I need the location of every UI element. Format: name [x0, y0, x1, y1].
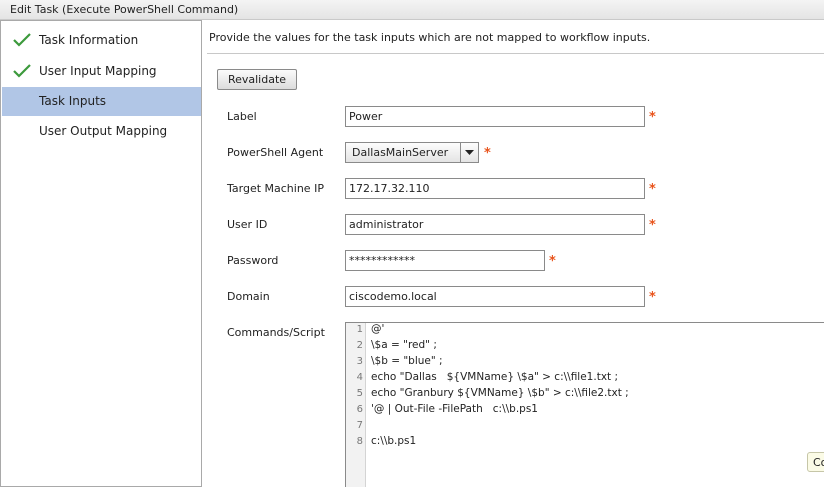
- line-number: 7: [356, 420, 363, 431]
- window-titlebar: Edit Task (Execute PowerShell Command): [0, 0, 824, 20]
- checkmark-icon: [13, 64, 31, 78]
- sidebar-item-task-information[interactable]: Task Information: [2, 26, 201, 55]
- domain-label: Domain: [227, 290, 270, 303]
- code-line: c:\\b.ps1: [371, 435, 417, 447]
- task-inputs-panel: Provide the values for the task inputs w…: [202, 20, 824, 487]
- password-label: Password: [227, 254, 279, 267]
- code-line: echo "Granbury ${VMName} \$b" > c:\\file…: [371, 387, 629, 399]
- line-number: 6: [356, 404, 363, 415]
- line-number: 8: [356, 436, 363, 447]
- tooltip: Co: [807, 452, 824, 472]
- target-ip-label: Target Machine IP: [227, 182, 324, 195]
- code-line: \$b = "blue" ;: [371, 355, 443, 367]
- sidebar-item-label: User Input Mapping: [39, 64, 157, 78]
- checkmark-icon: [13, 33, 31, 47]
- required-marker: *: [649, 218, 656, 233]
- tooltip-text: Co: [813, 456, 824, 469]
- line-number: 5: [356, 388, 363, 399]
- line-number: 2: [356, 340, 363, 351]
- window-title: Edit Task (Execute PowerShell Command): [10, 3, 239, 16]
- sidebar-item-task-inputs[interactable]: Task Inputs: [2, 87, 201, 116]
- required-marker: *: [649, 110, 656, 125]
- chevron-down-icon: [465, 150, 474, 155]
- password-input[interactable]: ************: [345, 250, 545, 271]
- code-line: @': [371, 323, 385, 335]
- commands-script-label: Commands/Script: [227, 326, 325, 339]
- label-field-label: Label: [227, 110, 257, 123]
- required-marker: *: [649, 290, 656, 305]
- sidebar-item-label: Task Inputs: [39, 94, 107, 108]
- required-marker: *: [484, 146, 491, 161]
- target-ip-input[interactable]: 172.17.32.110: [345, 178, 645, 199]
- code-line: \$a = "red" ;: [371, 339, 437, 351]
- line-number: 1: [356, 324, 363, 335]
- wizard-steps-sidebar: Task Information User Input Mapping Task…: [0, 20, 202, 487]
- sidebar-item-user-input-mapping[interactable]: User Input Mapping: [2, 57, 201, 86]
- user-id-label: User ID: [227, 218, 268, 231]
- code-line: '@ | Out-File -FilePath c:\\b.ps1: [371, 403, 538, 415]
- label-input[interactable]: Power: [345, 106, 645, 127]
- sidebar-item-user-output-mapping[interactable]: User Output Mapping: [2, 117, 201, 146]
- user-id-input[interactable]: administrator: [345, 214, 645, 235]
- revalidate-button[interactable]: Revalidate: [217, 69, 297, 90]
- powershell-agent-select[interactable]: DallasMainServer: [345, 142, 479, 163]
- line-number-gutter: 1 2 3 4 5 6 7 8: [346, 323, 366, 487]
- commands-script-editor[interactable]: 1 2 3 4 5 6 7 8 @' \$a = "red" ; \$b = "…: [345, 322, 824, 487]
- sidebar-item-label: Task Information: [39, 33, 139, 47]
- powershell-agent-value: DallasMainServer: [352, 146, 449, 159]
- required-marker: *: [549, 254, 556, 269]
- dropdown-button[interactable]: [460, 143, 478, 162]
- required-marker: *: [649, 182, 656, 197]
- line-number: 4: [356, 372, 363, 383]
- code-line: echo "Dallas ${VMName} \$a" > c:\\file1.…: [371, 371, 619, 383]
- sidebar-item-label: User Output Mapping: [39, 124, 168, 138]
- instructions-text: Provide the values for the task inputs w…: [209, 31, 651, 44]
- line-number: 3: [356, 356, 363, 367]
- powershell-agent-label: PowerShell Agent: [227, 146, 324, 159]
- domain-input[interactable]: ciscodemo.local: [345, 286, 645, 307]
- header-divider: [207, 53, 824, 54]
